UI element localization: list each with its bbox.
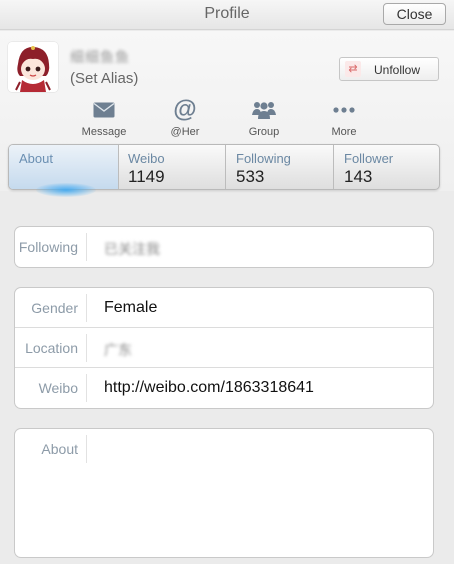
tab-weibo-count: 1149 — [128, 167, 165, 186]
unfollow-button[interactable]: ⇄ Unfollow — [339, 57, 439, 81]
following-row-label: Following — [18, 239, 78, 255]
following-row-value: 已关注我 — [104, 241, 160, 257]
profile-header: 细细鱼鱼 (Set Alias) ⇄ Unfollow Message @ @H… — [0, 31, 454, 191]
group-action[interactable]: Group — [234, 97, 294, 138]
location-value: 广东 — [104, 342, 132, 358]
unfollow-label: Unfollow — [374, 63, 421, 77]
tab-about-label: About — [19, 151, 53, 166]
about-section: About — [14, 428, 434, 558]
tab-following-label: Following — [236, 151, 291, 166]
message-action[interactable]: Message — [74, 97, 134, 138]
active-tab-indicator — [36, 183, 96, 197]
more-action[interactable]: More — [314, 97, 374, 138]
location-label: Location — [25, 340, 78, 356]
about-row: About — [15, 429, 433, 469]
gender-row: Gender Female — [15, 288, 433, 328]
tab-weibo[interactable]: Weibo 1149 — [118, 145, 226, 189]
message-label: Message — [81, 126, 127, 138]
row-divider — [86, 374, 87, 402]
set-alias-link[interactable]: (Set Alias) — [70, 70, 138, 87]
tab-follower[interactable]: Follower 143 — [334, 145, 439, 189]
gender-value: Female — [104, 299, 158, 316]
mention-action[interactable]: @ @Her — [155, 96, 215, 138]
close-button[interactable]: Close — [383, 3, 446, 25]
location-row: Location 广东 — [15, 328, 433, 368]
tab-weibo-label: Weibo — [128, 151, 165, 166]
avatar[interactable] — [8, 42, 58, 92]
title-bar: Profile Close — [0, 0, 454, 30]
tab-follower-count: 143 — [344, 167, 373, 186]
username: 细细鱼鱼 — [70, 49, 130, 65]
more-label: More — [331, 126, 357, 138]
info-section: Gender Female Location 广东 Weibo http://w… — [14, 287, 434, 409]
gender-label: Gender — [31, 300, 78, 316]
row-divider — [86, 233, 87, 261]
more-dots-icon — [314, 97, 374, 123]
at-sign-icon: @ — [173, 96, 197, 123]
row-divider — [86, 334, 87, 362]
weibo-url-row: Weibo http://weibo.com/1863318641 — [15, 368, 433, 408]
envelope-icon — [74, 97, 134, 123]
group-label: Group — [248, 126, 280, 138]
row-divider — [86, 435, 87, 463]
tab-following-count: 533 — [236, 167, 265, 186]
tab-follower-label: Follower — [344, 151, 394, 166]
tab-following[interactable]: Following 533 — [226, 145, 334, 189]
swap-arrows-icon: ⇄ — [345, 61, 361, 77]
row-divider — [86, 294, 87, 322]
weibo-url-label: Weibo — [38, 380, 78, 396]
following-section: Following 已关注我 — [14, 226, 434, 268]
following-row: Following 已关注我 — [15, 227, 433, 267]
people-group-icon — [234, 97, 294, 123]
mention-label: @Her — [170, 126, 200, 138]
weibo-url-link[interactable]: http://weibo.com/1863318641 — [104, 379, 314, 397]
about-label: About — [41, 441, 78, 457]
